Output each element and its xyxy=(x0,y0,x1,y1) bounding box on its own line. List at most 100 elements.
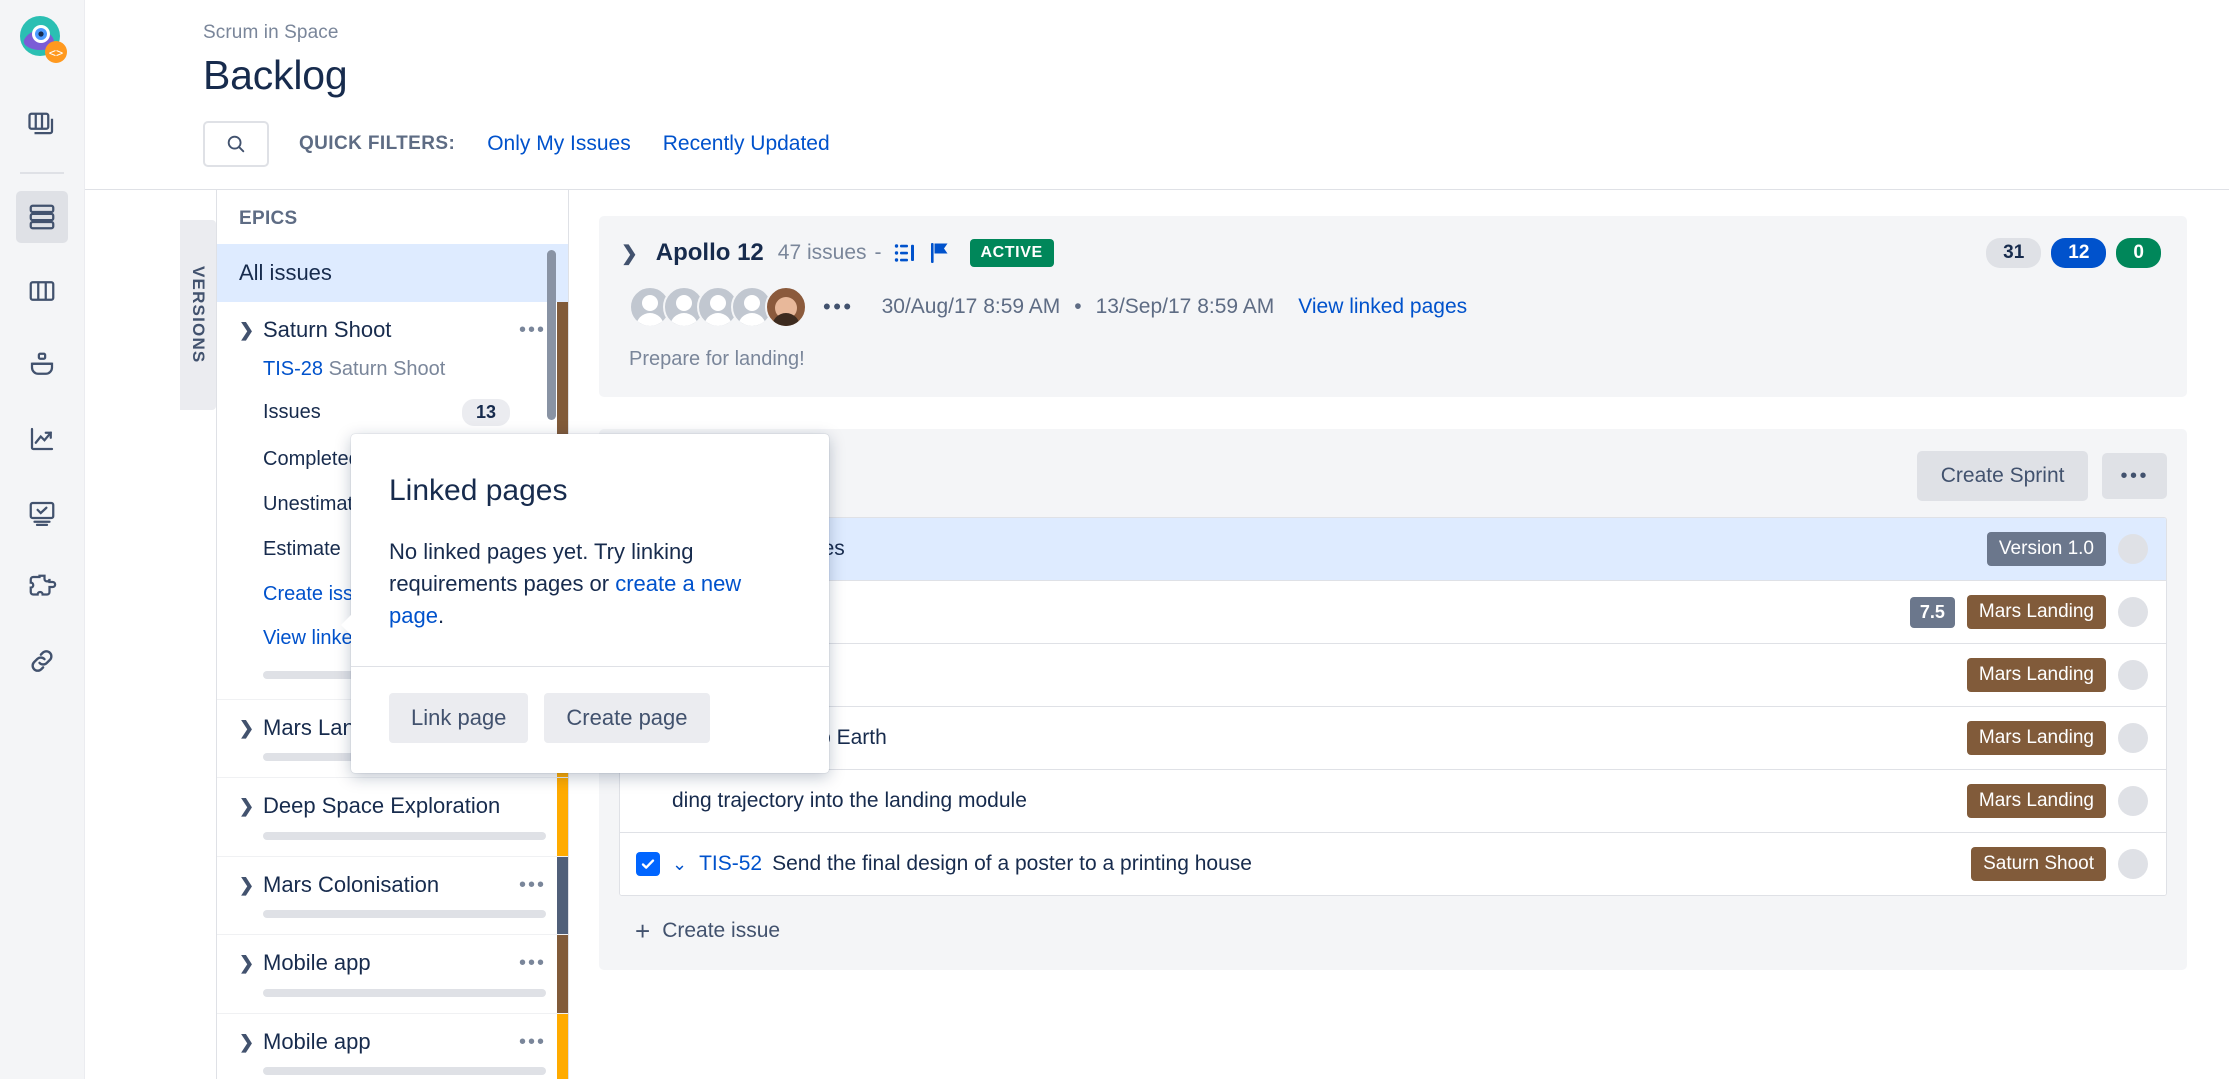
epic-key[interactable]: TIS-28 xyxy=(263,358,323,380)
version-tag[interactable]: Version 1.0 xyxy=(1987,532,2106,566)
backlog-section: Create Sprint ••• acker app updates Vers… xyxy=(599,429,2187,970)
issue-list: acker app updates Version 1.0 nding site… xyxy=(619,517,2167,896)
epic-item-deep-space-exploration[interactable]: ❯ Deep Space Exploration xyxy=(217,778,568,857)
quick-filter-recently-updated[interactable]: Recently Updated xyxy=(663,132,830,156)
issue-type-icon[interactable]: ⌄ xyxy=(672,854,687,875)
popup-message: No linked pages yet. Try linking require… xyxy=(389,536,791,632)
popup-text-after: . xyxy=(438,603,444,628)
chevron-right-icon[interactable]: ❯ xyxy=(239,949,253,972)
row-meta: Version 1.0 xyxy=(1987,532,2148,566)
epic-item-mobile-app-2[interactable]: ❯ Mobile app ••• xyxy=(217,1014,568,1079)
epic-name: Saturn Shoot xyxy=(263,316,509,344)
epic-item-all-issues[interactable]: All issues xyxy=(217,244,568,302)
issue-summary: ding trajectory into the landing module xyxy=(672,789,1027,813)
assignee-avatar[interactable] xyxy=(2118,849,2148,879)
link-page-button[interactable]: Link page xyxy=(389,693,528,743)
search-input[interactable] xyxy=(203,121,269,167)
epic-tag[interactable]: Mars Landing xyxy=(1967,784,2106,818)
epic-progress-bar xyxy=(263,910,546,918)
breadcrumb[interactable]: Scrum in Space xyxy=(203,22,2229,44)
sprint-dash: - xyxy=(875,241,882,265)
assignee-avatar[interactable] xyxy=(2118,534,2148,564)
table-row[interactable]: ⌄ TIS-52 Send the final design of a post… xyxy=(620,833,2166,895)
epic-more-menu[interactable]: ••• xyxy=(519,1028,546,1052)
sprint-detail-icon[interactable] xyxy=(894,242,918,264)
chevron-right-icon[interactable]: ❯ xyxy=(239,1028,253,1051)
board-columns-icon[interactable] xyxy=(16,265,68,317)
project-avatar-rocket[interactable]: <> xyxy=(16,14,68,66)
epic-item-mars-colonisation[interactable]: ❯ Mars Colonisation ••• xyxy=(217,857,568,936)
versions-panel-tab[interactable]: VERSIONS xyxy=(180,220,216,410)
assignee-avatar[interactable] xyxy=(2118,597,2148,627)
epic-stat-label: Completed xyxy=(263,448,360,471)
epic-stat-value: 13 xyxy=(462,399,510,426)
row-meta: Saturn Shoot xyxy=(1971,847,2148,881)
epic-tag[interactable]: Mars Landing xyxy=(1967,595,2106,629)
epic-more-menu[interactable]: ••• xyxy=(519,871,546,895)
popup-body: Linked pages No linked pages yet. Try li… xyxy=(351,434,829,666)
issues-check-icon[interactable] xyxy=(16,487,68,539)
assignee-avatar[interactable] xyxy=(2118,786,2148,816)
avatar-overflow-menu[interactable]: ••• xyxy=(823,296,854,318)
count-inprogress: 12 xyxy=(2051,238,2106,268)
row-checkbox-checked[interactable] xyxy=(636,852,660,876)
chevron-right-icon[interactable]: ❯ xyxy=(621,241,638,266)
table-row[interactable]: landing site Mars Landing xyxy=(620,644,2166,707)
chevron-right-icon[interactable]: ❯ xyxy=(239,871,253,894)
chevron-right-icon[interactable]: ❯ xyxy=(239,714,253,737)
assignee-avatar[interactable] xyxy=(2118,723,2148,753)
chevron-down-icon[interactable]: ❯ xyxy=(239,316,253,339)
backlog-more-menu-button[interactable]: ••• xyxy=(2102,453,2167,499)
quick-filter-only-my-issues[interactable]: Only My Issues xyxy=(487,132,631,156)
assignee-avatar[interactable] xyxy=(2118,660,2148,690)
check-icon xyxy=(640,856,656,872)
epic-stat-label: Issues xyxy=(263,401,321,424)
epic-key-summary: Saturn Shoot xyxy=(329,358,446,380)
epic-tag[interactable]: Saturn Shoot xyxy=(1971,847,2106,881)
epic-name: Mobile app xyxy=(263,949,509,977)
epic-color-stripe xyxy=(557,778,568,856)
count-done: 0 xyxy=(2116,238,2161,268)
backlog-section-header: Create Sprint ••• xyxy=(619,449,2167,503)
sprint-counts: 31 12 0 xyxy=(1986,238,2161,268)
releases-ship-icon[interactable] xyxy=(16,339,68,391)
create-page-button[interactable]: Create page xyxy=(544,693,709,743)
sprint-name[interactable]: Apollo 12 xyxy=(656,239,764,267)
issue-key[interactable]: TIS-52 xyxy=(699,852,762,876)
epics-heading: EPICS xyxy=(217,190,568,244)
backlog-icon[interactable] xyxy=(16,191,68,243)
sprint-view-linked-pages-link[interactable]: View linked pages xyxy=(1298,295,1467,319)
epics-scrollbar[interactable] xyxy=(547,250,556,420)
row-meta: Mars Landing xyxy=(1967,784,2148,818)
components-puzzle-icon[interactable] xyxy=(16,561,68,613)
epic-color-stripe xyxy=(557,1014,568,1079)
row-meta: Mars Landing xyxy=(1967,721,2148,755)
chevron-right-icon[interactable]: ❯ xyxy=(239,792,253,815)
popup-arrow xyxy=(341,614,352,636)
create-issue-button[interactable]: + Create issue xyxy=(619,896,2167,944)
popup-title: Linked pages xyxy=(389,474,791,508)
sprint-status-badge: ACTIVE xyxy=(970,239,1054,267)
epic-color-stripe xyxy=(557,935,568,1013)
epic-more-menu[interactable]: ••• xyxy=(519,949,546,973)
epic-tag[interactable]: Mars Landing xyxy=(1967,721,2106,755)
backlog-page: <> xyxy=(0,0,2229,1079)
story-point-estimate[interactable]: 7.5 xyxy=(1910,597,1955,628)
table-row[interactable]: -landing report to Earth Mars Landing xyxy=(620,707,2166,770)
epic-all-issues-label: All issues xyxy=(239,260,332,285)
avatar[interactable] xyxy=(765,286,807,328)
epic-color-stripe xyxy=(557,857,568,935)
epic-item-mobile-app-1[interactable]: ❯ Mobile app ••• xyxy=(217,935,568,1014)
table-row[interactable]: nding site 7.5 Mars Landing xyxy=(620,581,2166,644)
create-sprint-button[interactable]: Create Sprint xyxy=(1917,451,2089,501)
epic-more-menu[interactable]: ••• xyxy=(519,316,546,340)
table-row[interactable]: ding trajectory into the landing module … xyxy=(620,770,2166,833)
reports-chart-icon[interactable] xyxy=(16,413,68,465)
links-chain-icon[interactable] xyxy=(16,635,68,687)
sprint-flag-icon[interactable] xyxy=(930,242,950,264)
epic-tag[interactable]: Mars Landing xyxy=(1967,658,2106,692)
filter-bar: QUICK FILTERS: Only My Issues Recently U… xyxy=(85,99,2229,189)
sprint-header-row: ❯ Apollo 12 47 issues - xyxy=(621,238,2161,268)
table-row[interactable]: acker app updates Version 1.0 xyxy=(620,518,2166,581)
boards-icon[interactable] xyxy=(16,99,68,151)
